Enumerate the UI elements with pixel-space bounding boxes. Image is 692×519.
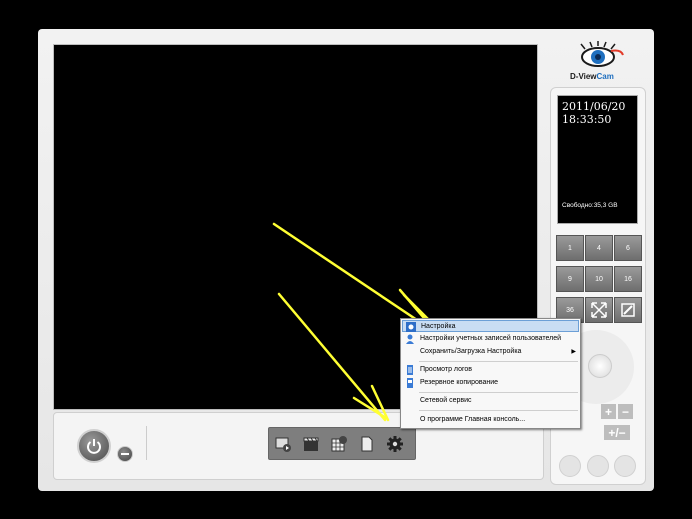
backup-icon bbox=[407, 378, 413, 388]
menu-item-user-accounts-label: Настройки учетных записей пользователей bbox=[420, 335, 562, 342]
menu-item-settings-label: Настройка bbox=[421, 323, 456, 330]
menu-item-save-load[interactable]: Сохранить/Загрузка Настройка ▶ bbox=[402, 346, 579, 358]
submenu-arrow-icon: ▶ bbox=[571, 349, 576, 355]
annotation-arrows bbox=[272, 222, 432, 422]
menu-item-user-accounts[interactable]: Настройки учетных записей пользователей bbox=[402, 333, 579, 345]
menu-separator bbox=[419, 361, 578, 362]
menu-item-backup-label: Резервное копирование bbox=[420, 379, 499, 386]
menu-item-about[interactable]: О программе Главная консоль... bbox=[402, 414, 579, 426]
menu-item-settings[interactable]: Настройка bbox=[402, 320, 579, 332]
menu-item-network-service[interactable]: Сетевой сервис bbox=[402, 395, 579, 407]
menu-separator bbox=[419, 392, 578, 393]
menu-item-backup[interactable]: Резервное копирование bbox=[402, 377, 579, 389]
menu-item-view-logs-label: Просмотр логов bbox=[420, 366, 472, 373]
menu-item-view-logs[interactable]: Просмотр логов bbox=[402, 364, 579, 376]
menu-item-network-service-label: Сетевой сервис bbox=[420, 397, 472, 404]
menu-separator bbox=[419, 410, 578, 411]
settings-context-menu: Настройка Настройки учетных записей поль… bbox=[400, 318, 581, 429]
user-icon bbox=[406, 334, 414, 344]
settings-menu-icon bbox=[406, 322, 416, 332]
menu-item-about-label: О программе Главная консоль... bbox=[420, 416, 526, 423]
log-icon bbox=[407, 365, 413, 375]
menu-item-save-load-label: Сохранить/Загрузка Настройка bbox=[420, 348, 522, 355]
